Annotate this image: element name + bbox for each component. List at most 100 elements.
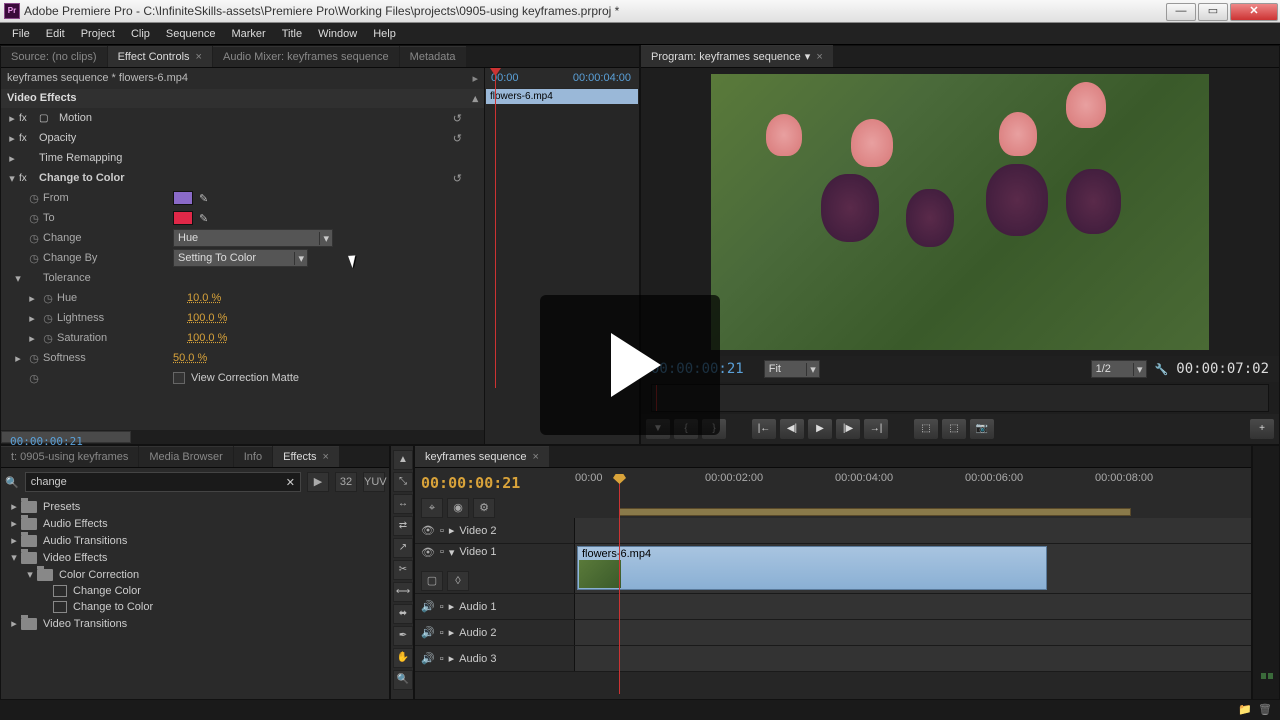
go-to-out-button[interactable]: →| bbox=[863, 418, 889, 440]
track-opt-icon[interactable]: ▢ bbox=[421, 571, 443, 591]
collapse-icon[interactable]: ▴ bbox=[472, 92, 478, 105]
minimize-button[interactable]: — bbox=[1166, 3, 1196, 21]
stopwatch-icon[interactable]: ◷ bbox=[25, 372, 43, 385]
mark-in-button[interactable]: ▼ bbox=[645, 418, 671, 440]
stopwatch-icon[interactable]: ◷ bbox=[25, 212, 43, 225]
timeline-ruler[interactable]: 00:00 00:00:02:00 00:00:04:00 00:00:06:0… bbox=[575, 468, 1251, 518]
marker-icon[interactable]: ◉ bbox=[447, 498, 469, 518]
mark-out-button[interactable]: { bbox=[673, 418, 699, 440]
lock-icon[interactable]: ▫ bbox=[440, 653, 444, 665]
tab-project[interactable]: t: 0905-using keyframes bbox=[1, 446, 138, 467]
eyedropper-icon[interactable]: ✎ bbox=[199, 192, 208, 205]
tree-change-color[interactable]: Change Color bbox=[7, 583, 383, 599]
step-back-button[interactable]: ◀| bbox=[779, 418, 805, 440]
resolution-dropdown[interactable]: 1/2▾ bbox=[1091, 360, 1147, 378]
program-preview[interactable] bbox=[711, 74, 1209, 350]
twirl-icon[interactable]: ▸ bbox=[449, 626, 455, 639]
twirl-open-icon[interactable]: ▾ bbox=[449, 546, 455, 559]
menu-file[interactable]: File bbox=[4, 25, 38, 43]
fx-change-to-color[interactable]: ▾fxChange to Color↺ bbox=[1, 168, 484, 188]
tree-audio-transitions[interactable]: ▸Audio Transitions bbox=[7, 532, 383, 549]
reset-icon[interactable]: ↺ bbox=[453, 112, 462, 125]
tab-info[interactable]: Info bbox=[234, 446, 272, 467]
tab-audio-mixer[interactable]: Audio Mixer: keyframes sequence bbox=[213, 46, 399, 67]
tree-audio-effects[interactable]: ▸Audio Effects bbox=[7, 515, 383, 532]
eyedropper-icon[interactable]: ✎ bbox=[199, 212, 208, 225]
tree-color-correction[interactable]: ▾Color Correction bbox=[7, 566, 383, 583]
speaker-icon[interactable]: 🔊 bbox=[421, 652, 435, 665]
selection-tool[interactable]: ▲ bbox=[393, 450, 413, 470]
tree-video-effects[interactable]: ▾Video Effects bbox=[7, 549, 383, 566]
reset-icon[interactable]: ↺ bbox=[453, 132, 462, 145]
twirl-icon[interactable]: ▸ bbox=[449, 524, 455, 537]
change-by-dropdown[interactable]: Setting To Color▾ bbox=[173, 249, 308, 267]
stopwatch-icon[interactable]: ◷ bbox=[25, 352, 43, 365]
maximize-button[interactable]: ▭ bbox=[1198, 3, 1228, 21]
twirl-open-icon[interactable]: ▾ bbox=[5, 172, 19, 185]
from-color-swatch[interactable] bbox=[173, 191, 193, 205]
close-icon[interactable]: × bbox=[323, 451, 329, 463]
ec-playhead[interactable] bbox=[495, 68, 496, 388]
speaker-icon[interactable]: 🔊 bbox=[421, 600, 435, 613]
yuv-button[interactable]: YUV bbox=[363, 472, 385, 492]
tab-program[interactable]: Program: keyframes sequence▾× bbox=[641, 45, 833, 67]
timeline-playhead[interactable] bbox=[619, 474, 620, 694]
twirl-icon[interactable]: ▸ bbox=[25, 292, 39, 305]
lock-icon[interactable]: ▫ bbox=[440, 546, 444, 558]
tab-source[interactable]: Source: (no clips) bbox=[1, 46, 107, 67]
clear-search-icon[interactable]: ✕ bbox=[286, 476, 295, 489]
menu-marker[interactable]: Marker bbox=[223, 25, 273, 43]
menu-edit[interactable]: Edit bbox=[38, 25, 73, 43]
menu-sequence[interactable]: Sequence bbox=[158, 25, 224, 43]
lock-icon[interactable]: ▫ bbox=[440, 627, 444, 639]
to-color-swatch[interactable] bbox=[173, 211, 193, 225]
saturation-value[interactable]: 100.0 % bbox=[187, 332, 227, 344]
lift-button[interactable]: ⬚ bbox=[913, 418, 939, 440]
mark-clip-button[interactable]: } bbox=[701, 418, 727, 440]
add-button[interactable]: + bbox=[1249, 418, 1275, 440]
reset-icon[interactable]: ↺ bbox=[453, 172, 462, 185]
twirl-icon[interactable]: ▸ bbox=[5, 132, 19, 145]
program-timecode[interactable]: 00:00:00:21 bbox=[651, 361, 744, 377]
chevron-down-icon[interactable]: ▾ bbox=[805, 51, 811, 63]
work-area-bar[interactable] bbox=[619, 508, 1131, 516]
menu-help[interactable]: Help bbox=[365, 25, 404, 43]
pen-tool[interactable]: ✒ bbox=[393, 626, 413, 646]
snap-icon[interactable]: ⌖ bbox=[421, 498, 443, 518]
extract-button[interactable]: ⬚ bbox=[941, 418, 967, 440]
chevron-right-icon[interactable]: ▸ bbox=[472, 72, 478, 85]
twirl-icon[interactable]: ▸ bbox=[5, 112, 19, 125]
speaker-icon[interactable]: 🔊 bbox=[421, 626, 435, 639]
twirl-icon[interactable]: ▸ bbox=[5, 152, 19, 165]
settings-icon[interactable]: ⚙ bbox=[473, 498, 495, 518]
slide-tool[interactable]: ⬌ bbox=[393, 604, 413, 624]
lightness-value[interactable]: 100.0 % bbox=[187, 312, 227, 324]
track-opt-icon[interactable]: ◊ bbox=[447, 571, 469, 591]
lock-icon[interactable]: ▫ bbox=[440, 525, 444, 537]
wrench-icon[interactable]: 🔧 bbox=[1155, 363, 1169, 376]
trash-icon[interactable]: 🗑 bbox=[1258, 703, 1272, 716]
export-frame-button[interactable]: 📷 bbox=[969, 418, 995, 440]
menu-clip[interactable]: Clip bbox=[123, 25, 158, 43]
twirl-icon[interactable]: ▸ bbox=[25, 332, 39, 345]
view-matte-checkbox[interactable] bbox=[173, 372, 185, 384]
eye-icon[interactable]: 👁 bbox=[421, 524, 435, 537]
razor-tool[interactable]: ✂ bbox=[393, 560, 413, 580]
twirl-open-icon[interactable]: ▾ bbox=[11, 272, 25, 285]
fx-time-remapping[interactable]: ▸ Time Remapping bbox=[1, 148, 484, 168]
lock-icon[interactable]: ▫ bbox=[440, 601, 444, 613]
close-button[interactable]: ✕ bbox=[1230, 3, 1278, 21]
fx-badge-button[interactable]: ▶ bbox=[307, 472, 329, 492]
tab-media-browser[interactable]: Media Browser bbox=[139, 446, 232, 467]
ripple-tool[interactable]: ↔ bbox=[393, 494, 413, 514]
stopwatch-icon[interactable]: ◷ bbox=[39, 312, 57, 325]
tree-change-to-color[interactable]: Change to Color bbox=[7, 599, 383, 615]
twirl-icon[interactable]: ▸ bbox=[449, 652, 455, 665]
tree-video-transitions[interactable]: ▸Video Transitions bbox=[7, 615, 383, 632]
new-bin-icon[interactable]: 📁 bbox=[1238, 703, 1252, 716]
rate-stretch-tool[interactable]: ↗ bbox=[393, 538, 413, 558]
program-scrubber[interactable] bbox=[651, 384, 1269, 412]
fx-opacity[interactable]: ▸fxOpacity↺ bbox=[1, 128, 484, 148]
menu-title[interactable]: Title bbox=[274, 25, 310, 43]
twirl-icon[interactable]: ▸ bbox=[11, 352, 25, 365]
